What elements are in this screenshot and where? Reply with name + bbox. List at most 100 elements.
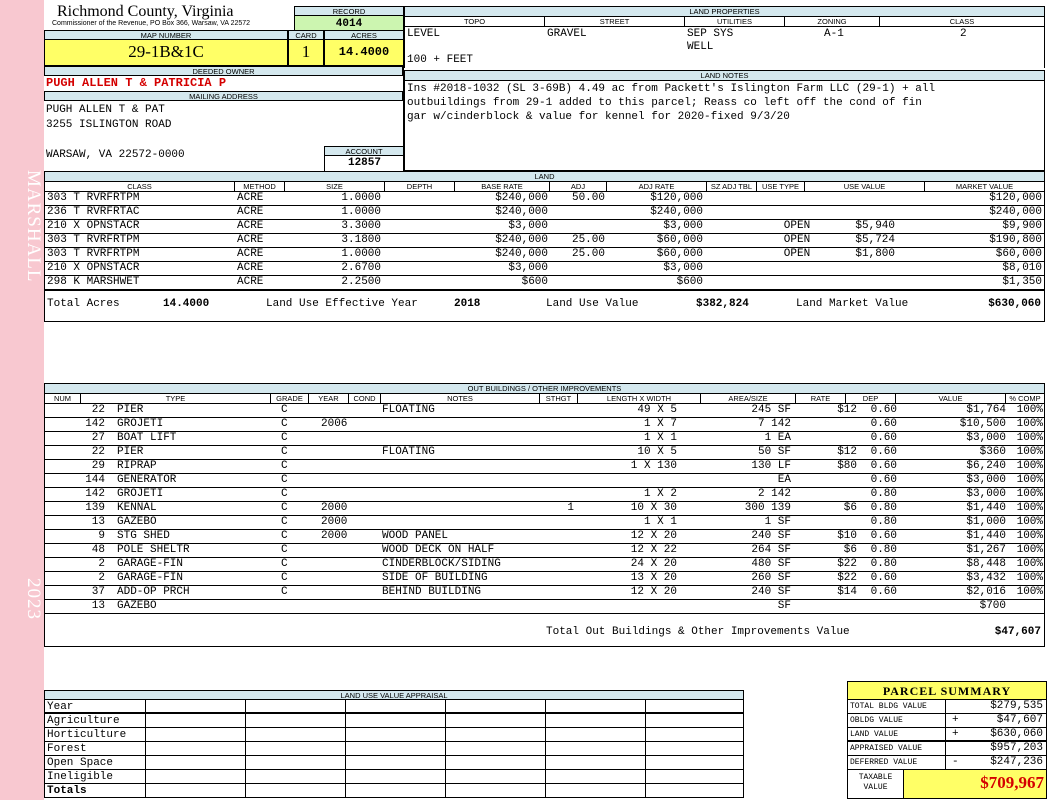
outbuilding-row: 22 PIER C FLOATING 10 X 5 50 SF $12 0.60 $360 100…: [45, 446, 1044, 460]
land-notes-text: Ins #2018-1032 (SL 3-69B) 4.49 ac from P…: [405, 81, 1044, 125]
land-cell: $60,000: [656, 234, 703, 246]
appraisal-cell: [245, 770, 246, 784]
col-base-rate: BASE RATE: [455, 182, 550, 192]
land-properties-header-row: TOPO STREET UTILITIES ZONING CLASS: [405, 17, 1044, 27]
col-year: YEAR: [309, 394, 349, 404]
appraisal-cell: [145, 770, 146, 784]
land-cell: 1.0000: [341, 192, 381, 204]
outbuilding-cell: [350, 404, 380, 417]
land-cell: 236 T RVRFRTAC: [47, 206, 140, 218]
land-title: LAND: [45, 172, 1044, 182]
outbuilding-cell: [350, 432, 380, 445]
county-subtitle: Commissioner of the Revenue, PO Box 366,…: [52, 20, 251, 27]
col-depth: DEPTH: [385, 182, 455, 192]
outbuilding-cell: 22: [91, 404, 105, 416]
outbuilding-cell: BEHIND BUILDING: [382, 586, 482, 598]
land-cell: 25.00: [571, 234, 605, 246]
outbuilding-cell: C: [281, 488, 288, 500]
land-totals-row: Total Acres 14.4000 Land Use Effective Y…: [45, 290, 1044, 314]
outbuilding-cell: 100%: [1016, 572, 1043, 584]
outbuilding-cell: [281, 600, 301, 613]
land-cell: $240,000: [495, 234, 548, 246]
land-cell: [385, 248, 451, 261]
outbuilding-cell: EA: [777, 474, 791, 486]
topo-value: 100 + FEET: [407, 54, 474, 66]
note-line: outbuildings from 29-1 added to this par…: [407, 97, 922, 109]
land-cell: 210 X OPNSTACR: [47, 220, 140, 232]
taxable-value: $709,967: [904, 770, 1046, 798]
land-cell: $600: [521, 276, 548, 288]
outbuilding-cell: BOAT LIFT: [117, 432, 177, 444]
outbuilding-cell: 13 X 20: [630, 572, 677, 584]
outbuilding-cell: [1006, 600, 1043, 613]
owner-name: PUGH ALLEN T & PATRICIA P: [46, 76, 227, 90]
land-cell: [707, 206, 753, 219]
land-cell: 2.6700: [341, 262, 381, 274]
outbuilding-cell: 0.60: [870, 404, 897, 416]
col-grade: GRADE: [271, 394, 309, 404]
land-row: 298 K MARSHWET ACRE 2.2500 $600 $600 $1,350: [45, 276, 1044, 290]
outbuilding-cell: 0.80: [870, 488, 897, 500]
appraisal-cell: [345, 770, 346, 784]
land-cell: [707, 220, 753, 233]
street-value: GRAVEL: [547, 28, 587, 40]
outbuilding-cell: [540, 516, 574, 529]
appraisal-cell: [145, 700, 146, 714]
outbuildings-total-label: Total Out Buildings & Other Improvements…: [546, 626, 850, 638]
outbuilding-cell: 12 X 22: [630, 544, 677, 556]
land-cell: 298 K MARSHWET: [47, 276, 140, 288]
acres-box: ACRES 14.4000: [324, 30, 404, 66]
outbuilding-cell: 0.60: [870, 432, 897, 444]
outbuilding-cell: 24 X 20: [630, 558, 677, 570]
outbuilding-cell: $14: [837, 586, 857, 598]
appraisal-cell: [545, 770, 546, 784]
col-utilities: UTILITIES: [685, 17, 785, 27]
land-cell: 303 T RVRFRTPM: [47, 192, 140, 204]
appraisal-cell: [145, 756, 146, 770]
outbuilding-cell: 9: [98, 530, 105, 542]
summary-sign: +: [952, 714, 959, 726]
land-cell: [835, 206, 895, 219]
outbuilding-cell: C: [281, 544, 288, 556]
outbuilding-cell: [585, 474, 677, 487]
appraisal-cell: [445, 700, 446, 714]
appraisal-row: Forest: [45, 742, 743, 756]
appraisal-cell: [545, 756, 546, 770]
summary-label: OBLDG VALUE: [850, 714, 946, 728]
outbuilding-cell: 7 142: [757, 418, 791, 430]
land-cell: $120,000: [650, 192, 703, 204]
outbuilding-cell: [540, 530, 574, 543]
account-value: 12857: [324, 156, 404, 171]
appraisal-row-label: Open Space: [47, 757, 114, 769]
outbuildings-total-row: Total Out Buildings & Other Improvements…: [45, 622, 1044, 646]
appraisal-row: Open Space: [45, 756, 743, 770]
total-acres-value: 14.4000: [163, 298, 210, 310]
outbuilding-cell: [350, 488, 380, 501]
outbuilding-row: 13 GAZEBO C 2000 1 X 11 SF 0.80 $1,000 100%: [45, 516, 1044, 530]
account-label: ACCOUNT: [324, 146, 404, 156]
outbuilding-cell: 0.60: [870, 460, 897, 472]
summary-value: $279,535: [990, 700, 1043, 712]
outbuilding-cell: 100%: [1016, 516, 1043, 528]
outbuilding-cell: $1,000: [966, 516, 1006, 528]
land-cell: [757, 262, 837, 275]
zoning-value: A-1: [824, 28, 844, 40]
outbuilding-cell: 27: [91, 432, 105, 444]
note-line: gar w/cinderblock & value for kennel for…: [407, 111, 790, 123]
appraisal-cell: [645, 700, 646, 714]
land-cell: $240,000: [495, 248, 548, 260]
outbuilding-cell: 0.60: [870, 530, 897, 542]
outbuilding-cell: [805, 600, 857, 613]
outbuilding-cell: 0.80: [870, 516, 897, 528]
outbuilding-cell: 48: [91, 544, 105, 556]
appraisal-row: Totals: [45, 784, 743, 798]
outbuilding-cell: [540, 572, 574, 585]
outbuildings-title: OUT BUILDINGS / OTHER IMPROVEMENTS: [45, 384, 1044, 394]
appraisal-cell: [545, 728, 546, 742]
col-method: METHOD: [235, 182, 285, 192]
outbuilding-cell: 29: [91, 460, 105, 472]
col-market-value: MARKET VALUE: [955, 182, 1014, 191]
land-row: 210 X OPNSTACR ACRE 3.3000 $3,000 $3,000 OPEN…: [45, 220, 1044, 234]
land-cell: $600: [676, 276, 703, 288]
appraisal-cell: [545, 700, 546, 714]
